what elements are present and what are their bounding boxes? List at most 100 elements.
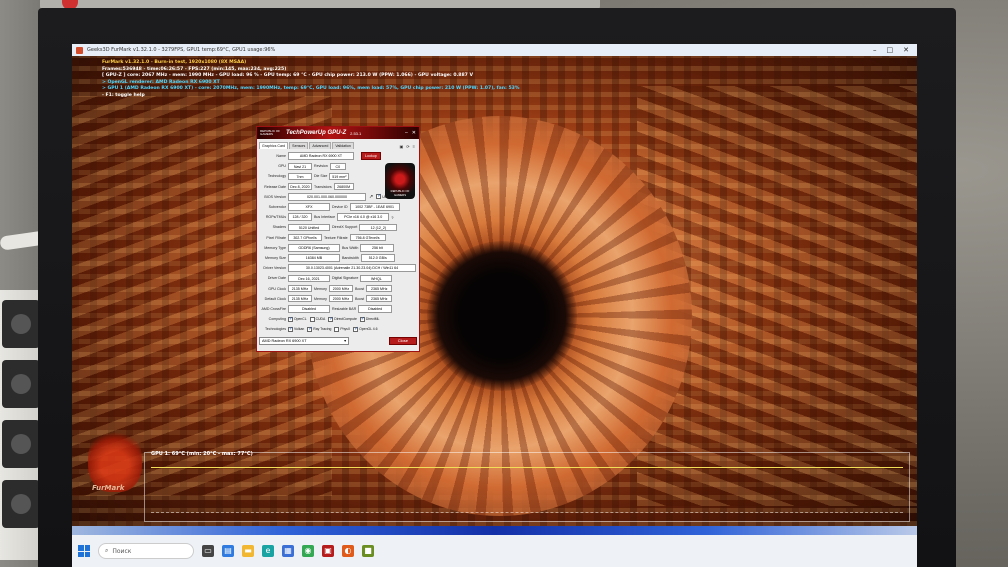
- chrome-icon[interactable]: ◉: [302, 545, 314, 557]
- label: Texture Fillrate: [324, 235, 348, 240]
- row-subvendor: Subvendor XFX Device ID 1002 73BF - 1EAE…: [259, 202, 417, 212]
- taskbar-search[interactable]: ⌕ Поиск: [98, 543, 194, 559]
- rog-brand: REPUBLIC OF GAMERS: [260, 128, 281, 136]
- row-rops: ROPs/TMUs 128 / 320 Bus Interface PCIe x…: [259, 212, 417, 222]
- store-icon[interactable]: ▦: [282, 545, 294, 557]
- label: GPU Clock: [268, 286, 286, 291]
- furmark-logo: FurMark: [88, 426, 142, 492]
- minimize-icon[interactable]: –: [873, 46, 877, 54]
- furmark-titlebar[interactable]: Geeks3D FurMark v1.32.1.0 - 3279FPS, GPU…: [72, 44, 917, 56]
- temperature-line: [151, 467, 903, 468]
- label: Boost: [354, 296, 365, 301]
- checkbox-directml[interactable]: DirectML: [359, 316, 379, 322]
- value-gpu-clock: 2135 MHz: [288, 284, 312, 293]
- label: Technology: [267, 174, 286, 179]
- value-transistors: 26800M: [333, 182, 354, 191]
- checkbox-opengl[interactable]: OpenGL 4.6: [353, 326, 378, 332]
- row-computing: Computing OpenCL CUDA DirectCompute Dire…: [259, 314, 417, 324]
- checkbox-raytracing[interactable]: Ray Tracing: [307, 326, 332, 332]
- label: Memory Size: [265, 255, 286, 260]
- socket: [2, 480, 40, 528]
- checkbox-directcompute[interactable]: DirectCompute: [328, 316, 357, 322]
- tab-advanced[interactable]: Advanced: [309, 142, 332, 149]
- checkbox-label: Ray Tracing: [313, 327, 332, 332]
- gpuz-titlebar[interactable]: REPUBLIC OF GAMERS TechPowerUp GPU-Z 2.5…: [257, 127, 419, 139]
- row-name: Name AMD Radeon RX 6900 XT Lookup: [259, 151, 417, 161]
- checkbox-box: [288, 326, 293, 332]
- label: Revision: [314, 164, 328, 169]
- label: Resizable BAR: [332, 306, 357, 311]
- edge-icon[interactable]: e: [262, 545, 274, 557]
- label: Pixel Fillrate: [266, 235, 286, 240]
- row-memtype: Memory Type GDDR6 (Samsung) Bus Width 25…: [259, 243, 417, 253]
- close-button[interactable]: Close: [388, 337, 417, 346]
- gpuz-window[interactable]: REPUBLIC OF GAMERS TechPowerUp GPU-Z 2.5…: [256, 126, 420, 352]
- checkbox-label: OpenGL 4.6: [359, 327, 378, 332]
- osd-line: [ GPU-Z ] core: 2067 MHz - mem: 1990 MHz…: [102, 73, 474, 78]
- tab-graphics-card[interactable]: Graphics Card: [259, 142, 289, 149]
- label: Technologies: [265, 327, 286, 332]
- value-bandwidth: 512.0 GB/s: [360, 254, 395, 262]
- checkbox-label: PhysX: [340, 327, 351, 332]
- furmark-logo-text: FurMark: [92, 484, 125, 492]
- file-explorer-icon[interactable]: ▬: [242, 545, 254, 557]
- help-icon[interactable]: ?: [391, 215, 393, 220]
- label: Bus Width: [342, 245, 359, 250]
- value-digsig: WHQL: [360, 274, 393, 283]
- gpuz-icon[interactable]: ▣: [322, 545, 334, 557]
- task-view-icon[interactable]: ▭: [202, 545, 214, 557]
- monitor-screen: Geeks3D FurMark v1.32.1.0 - 3279FPS, GPU…: [72, 44, 917, 567]
- label: Die Size: [314, 174, 328, 179]
- value-memtype: GDDR6 (Samsung): [288, 244, 340, 252]
- fur-donut-center: [427, 241, 577, 391]
- furmark-app-icon: [76, 46, 83, 54]
- checkbox-box: [376, 193, 381, 200]
- label: Memory Type: [264, 245, 286, 250]
- label: Transistors: [314, 184, 332, 189]
- close-icon[interactable]: ✕: [903, 46, 909, 54]
- value-revision: C0: [329, 162, 346, 171]
- value-buswidth: 256 bit: [360, 244, 395, 252]
- value-rops: 128 / 320: [288, 213, 312, 221]
- maximize-icon[interactable]: □: [887, 46, 894, 54]
- minimize-icon[interactable]: –: [405, 130, 408, 136]
- row-default-clock: Default Clock 2135 MHz Memory 2000 MHz B…: [259, 294, 417, 304]
- checkbox-physx[interactable]: PhysX: [334, 326, 351, 332]
- label: Digital Signature: [332, 276, 359, 281]
- value-technology: 7nm: [288, 172, 312, 181]
- gpu-select-value: AMD Radeon RX 6900 XT: [262, 339, 307, 344]
- value-release: Dec 8, 2020: [288, 182, 312, 191]
- value-gpu: Navi 21: [288, 162, 312, 171]
- label: Shaders: [272, 225, 286, 230]
- value-subvendor: XFX: [288, 203, 330, 211]
- value-default-mem: 2000 MHz: [328, 294, 353, 303]
- checkbox-vulkan[interactable]: Vulkan: [288, 326, 304, 332]
- value-memsize: 16384 MB: [288, 254, 340, 262]
- value-gpu-boost: 2365 MHz: [366, 284, 393, 293]
- tab-sensors[interactable]: Sensors: [289, 142, 309, 149]
- tab-validation[interactable]: Validation: [332, 142, 354, 149]
- widgets-icon[interactable]: ▤: [222, 545, 234, 557]
- label: Name: [276, 154, 286, 159]
- checkbox-cuda[interactable]: CUDA: [309, 316, 325, 322]
- close-icon[interactable]: ✕: [412, 130, 416, 136]
- furmark-osd: FurMark v1.32.1.0 - Burn-in test, 1920x1…: [102, 60, 519, 99]
- label: Memory: [314, 296, 327, 301]
- label: Subvendor: [268, 205, 286, 210]
- lookup-button[interactable]: Lookup: [361, 152, 381, 160]
- temperature-graph: GPU 1: 69°C (min: 20°C - max: 77°C): [144, 451, 910, 522]
- share-icon[interactable]: ↗: [369, 194, 373, 200]
- row-memsize: Memory Size 16384 MB Bandwidth 512.0 GB/…: [259, 253, 417, 263]
- value-driver-date: Dec 16, 2021: [288, 274, 330, 283]
- furmark-icon[interactable]: ◐: [342, 545, 354, 557]
- label: DirectX Support: [332, 225, 358, 230]
- label: BIOS Version: [264, 194, 286, 199]
- label: Computing: [268, 317, 286, 322]
- label: Release Date: [264, 184, 286, 189]
- gpu-select[interactable]: AMD Radeon RX 6900 XT ▾: [259, 337, 349, 346]
- row-fillrate: Pixel Fillrate 302.7 GPixel/s Texture Fi…: [259, 233, 417, 243]
- checkbox-opencl[interactable]: OpenCL: [288, 316, 307, 322]
- value-name: AMD Radeon RX 6900 XT: [288, 152, 354, 160]
- windows-start-icon[interactable]: [78, 545, 90, 557]
- app-icon[interactable]: ■: [362, 545, 374, 557]
